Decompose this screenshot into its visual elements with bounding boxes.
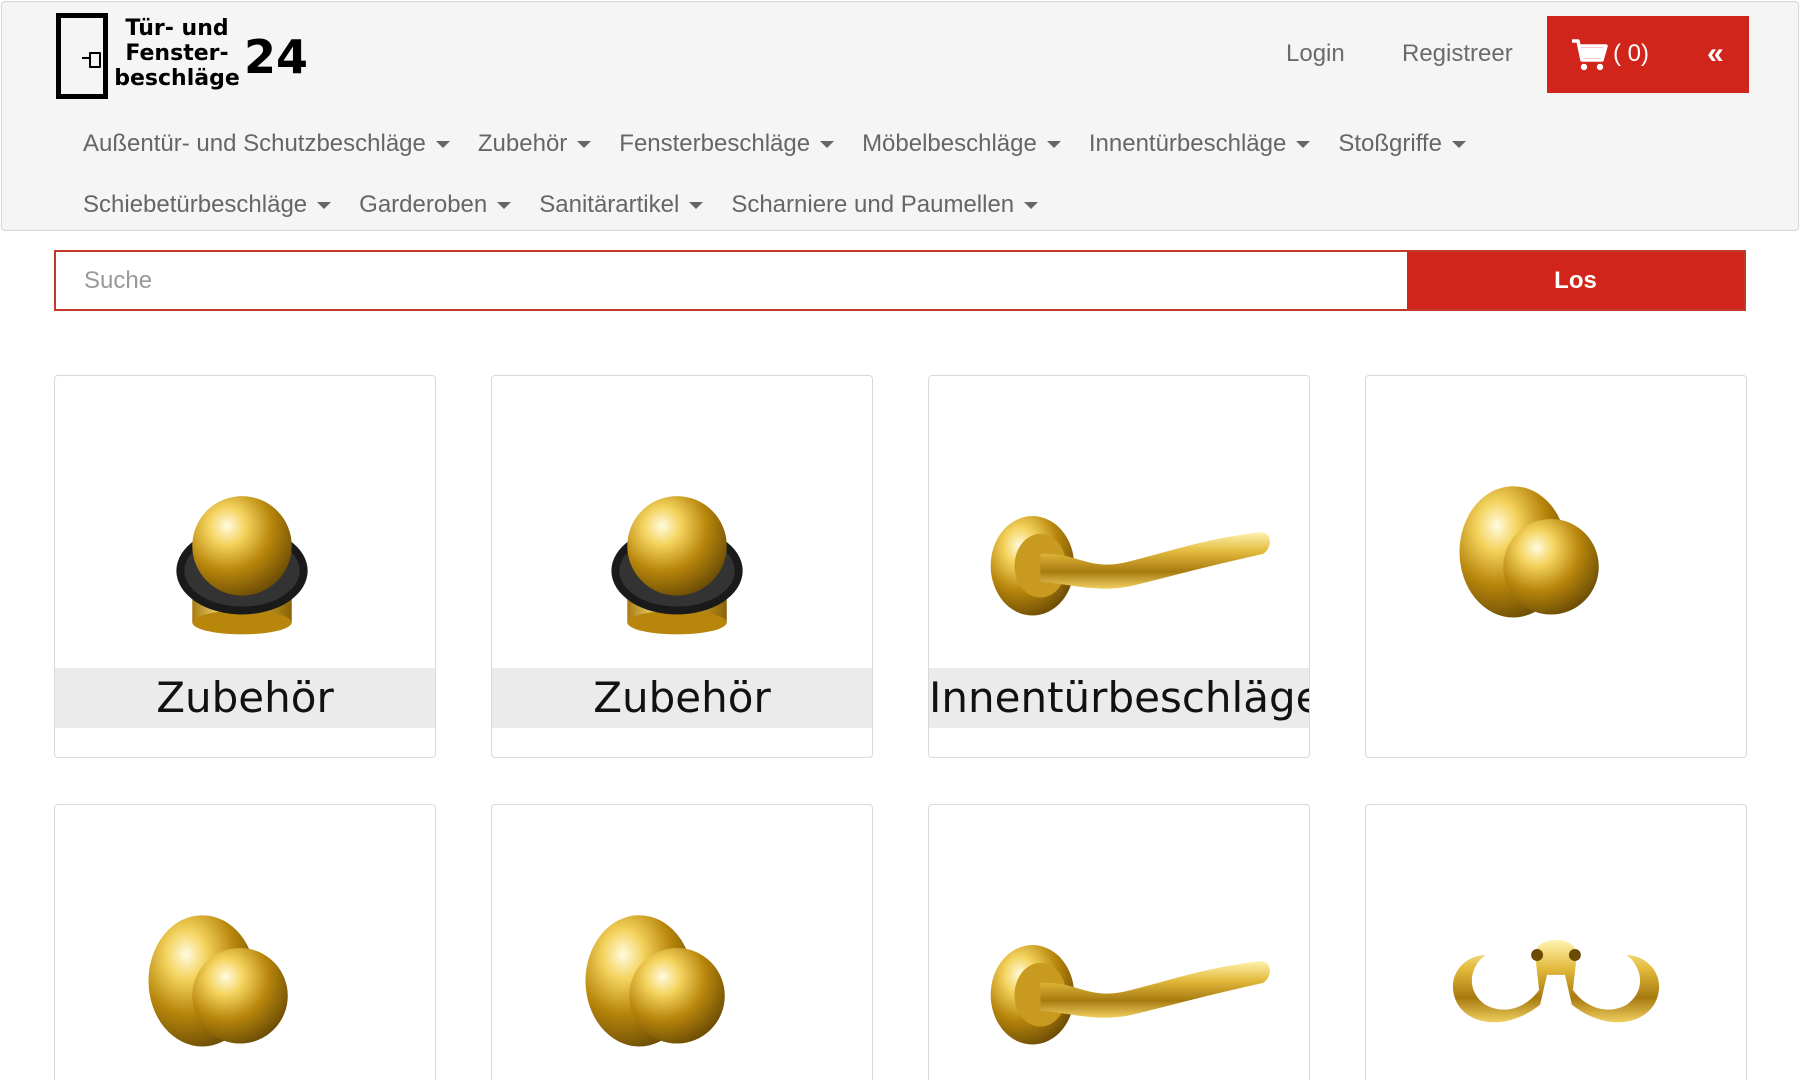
- caret-down-icon: [435, 140, 450, 148]
- nav-item-sanitaerartikel[interactable]: Sanitärartikel: [539, 191, 704, 219]
- product-card[interactable]: Innentürbeschläge: [928, 375, 1310, 758]
- door-logo-icon: [56, 13, 108, 99]
- search-input[interactable]: [56, 252, 1407, 309]
- caret-down-icon: [1451, 140, 1466, 148]
- product-category-label: Zubehör: [492, 668, 872, 728]
- caret-down-icon: [577, 140, 592, 148]
- nav-item-moebelbeschlaege[interactable]: Möbelbeschläge: [862, 130, 1061, 158]
- collapse-icon[interactable]: «: [1707, 37, 1724, 71]
- product-card[interactable]: Zubehör: [54, 375, 436, 758]
- nav-item-innentuerbeschlaege[interactable]: Innentürbeschläge: [1089, 130, 1311, 158]
- product-category-label: Zubehör: [55, 668, 435, 728]
- door-stop-icon: [611, 496, 743, 635]
- door-knob-icon: [585, 915, 725, 1047]
- main-nav-row-1: Außentür- und Schutzbeschläge Zubehör Fe…: [83, 130, 1494, 158]
- caret-down-icon: [1046, 140, 1061, 148]
- door-handle-icon: [990, 945, 1270, 1045]
- product-card[interactable]: [54, 804, 436, 1080]
- nav-item-garderoben[interactable]: Garderoben: [359, 191, 512, 219]
- caret-down-icon: [497, 201, 512, 209]
- caret-down-icon: [689, 201, 704, 209]
- product-card[interactable]: [491, 804, 873, 1080]
- nav-item-fensterbeschlaege[interactable]: Fensterbeschläge: [619, 130, 835, 158]
- door-handle-icon: [990, 516, 1270, 616]
- product-category-label: Innentürbeschläge: [929, 668, 1309, 728]
- caret-down-icon: [1024, 201, 1039, 209]
- product-card[interactable]: Zubehör: [491, 375, 873, 758]
- login-link[interactable]: Login: [1286, 40, 1345, 68]
- shopping-cart-icon: [1572, 39, 1608, 71]
- site-header: Tür- und Fenster- beschläge 24 Login Reg…: [1, 1, 1799, 231]
- search-button[interactable]: Los: [1407, 252, 1744, 309]
- nav-item-aussentuer[interactable]: Außentür- und Schutzbeschläge: [83, 130, 450, 158]
- product-card[interactable]: [1365, 375, 1747, 758]
- cart-count: ( 0): [1613, 40, 1649, 67]
- door-stop-icon: [176, 496, 308, 635]
- nav-item-schiebetuer[interactable]: Schiebetürbeschläge: [83, 191, 332, 219]
- door-knob-icon: [148, 915, 288, 1047]
- coat-hook-icon: [1452, 940, 1660, 1023]
- door-knob-icon: [1459, 486, 1599, 618]
- main-nav-row-2: Schiebetürbeschläge Garderoben Sanitärar…: [83, 191, 1066, 219]
- nav-item-scharniere[interactable]: Scharniere und Paumellen: [731, 191, 1039, 219]
- logo-text: Tür- und Fenster- beschläge: [114, 16, 240, 91]
- caret-down-icon: [317, 201, 332, 209]
- register-link[interactable]: Registreer: [1402, 40, 1513, 68]
- search-bar: Los: [54, 250, 1746, 311]
- logo-number: 24: [244, 30, 309, 84]
- nav-item-zubehoer[interactable]: Zubehör: [478, 130, 592, 158]
- cart-button[interactable]: ( 0) «: [1547, 16, 1749, 93]
- product-card[interactable]: [928, 804, 1310, 1080]
- product-card[interactable]: [1365, 804, 1747, 1080]
- caret-down-icon: [820, 140, 835, 148]
- caret-down-icon: [1296, 140, 1311, 148]
- nav-item-stossgriffe[interactable]: Stoßgriffe: [1338, 130, 1466, 158]
- site-logo[interactable]: Tür- und Fenster- beschläge 24: [54, 12, 314, 102]
